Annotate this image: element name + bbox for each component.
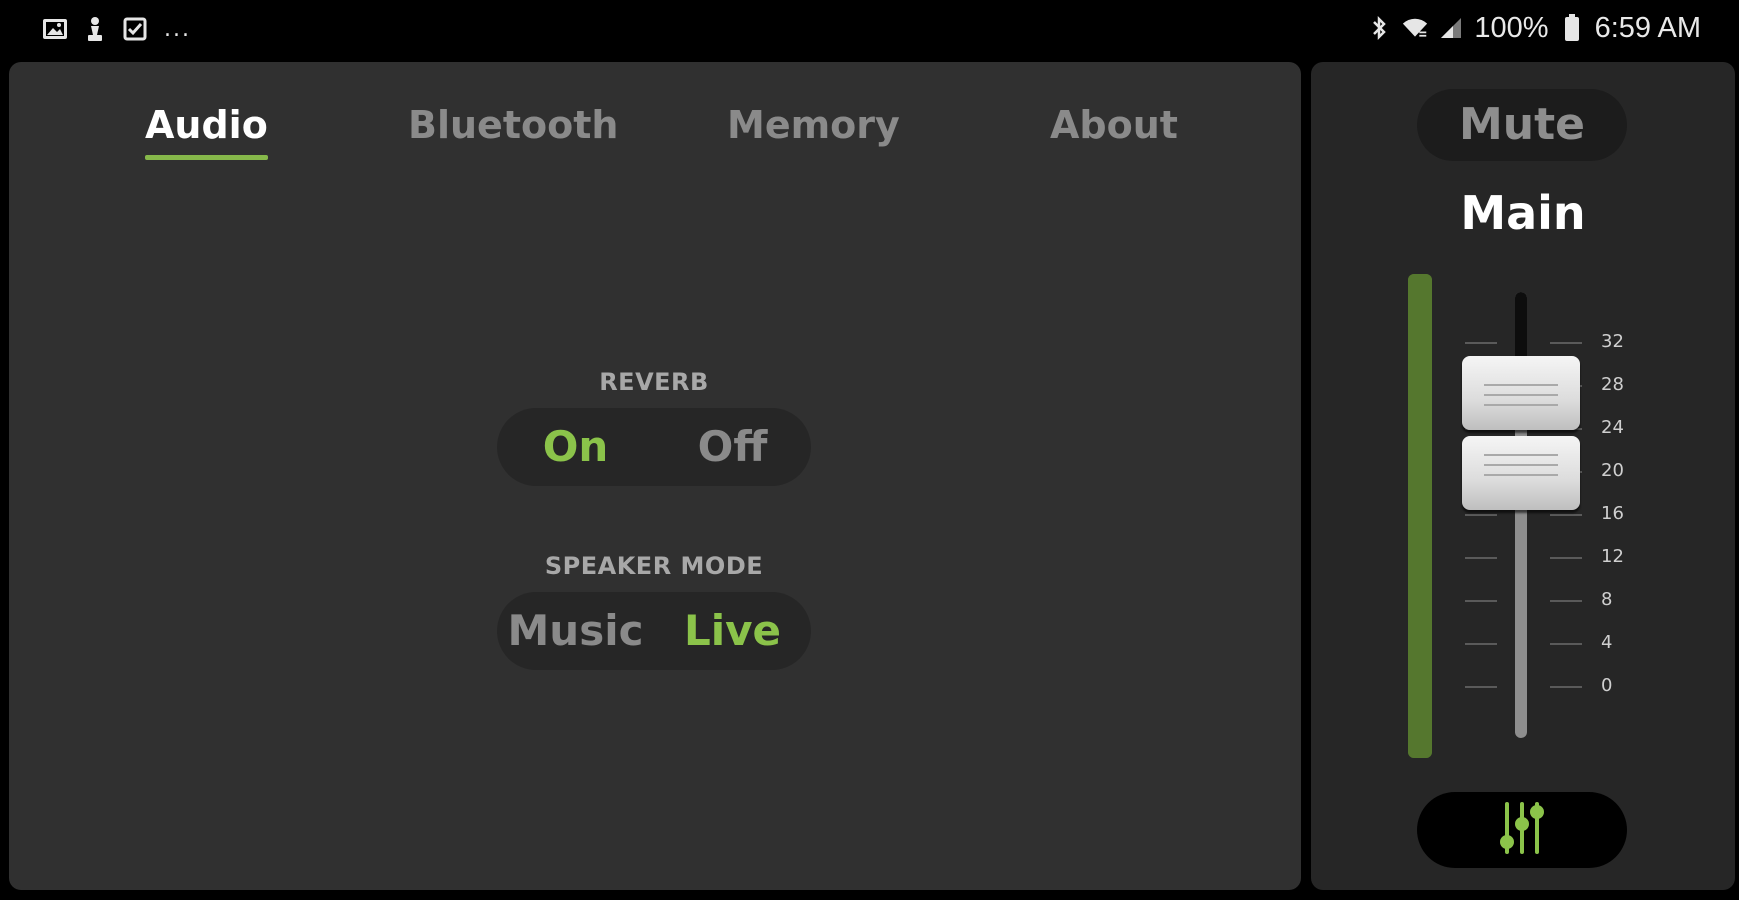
clock: 6:59 AM <box>1594 11 1701 44</box>
fader-tick <box>1550 643 1582 645</box>
fader-track-top <box>1515 292 1527 356</box>
level-meter <box>1408 274 1432 758</box>
reverb-off-option[interactable]: Off <box>654 408 811 486</box>
mixer-button[interactable] <box>1417 792 1627 868</box>
tab-memory-label: Memory <box>727 103 900 147</box>
fader-scale-label: 32 <box>1601 331 1624 352</box>
reverb-toggle: On Off <box>497 408 811 486</box>
fader-groove <box>1484 404 1558 406</box>
fader-scale-label: 24 <box>1601 417 1624 438</box>
fader-handle-upper[interactable] <box>1462 356 1580 430</box>
fader-tick <box>1550 514 1582 516</box>
gallery-icon <box>42 16 68 42</box>
tab-bluetooth-label: Bluetooth <box>408 103 619 147</box>
fader-tick <box>1465 600 1497 602</box>
reverb-on-option[interactable]: On <box>497 408 654 486</box>
fader-tick <box>1550 557 1582 559</box>
more-notifications: ... <box>164 16 191 42</box>
tab-bluetooth[interactable]: Bluetooth <box>408 102 618 148</box>
chess-pawn-icon <box>82 16 108 42</box>
speaker-mode-music-option[interactable]: Music <box>497 592 654 670</box>
system-icons: 100% 6:59 AM <box>1366 10 1701 46</box>
fader-groove <box>1484 474 1558 476</box>
bluetooth-icon <box>1366 15 1392 41</box>
fader-tick <box>1550 342 1582 344</box>
status-bar: ... 100% 6:59 AM <box>0 0 1739 58</box>
fader-scale-label: 28 <box>1601 374 1624 395</box>
settings-panel: Audio Bluetooth Memory About REVERB On O… <box>9 62 1301 890</box>
battery-percentage: 100% <box>1474 11 1549 44</box>
notification-icons: ... <box>42 12 191 46</box>
fader-groove <box>1484 384 1558 386</box>
fader-scale-label: 20 <box>1601 460 1624 481</box>
level-meter-fill <box>1408 274 1432 758</box>
fader-groove <box>1484 454 1558 456</box>
tab-memory[interactable]: Memory <box>727 102 900 148</box>
tab-active-indicator <box>145 155 268 160</box>
fader-tick <box>1465 557 1497 559</box>
channel-name: Main <box>1460 186 1586 240</box>
channel-strip: Mute Main 32 28 24 20 16 12 8 4 0 <box>1311 62 1735 890</box>
fader-tick <box>1465 643 1497 645</box>
mute-button[interactable]: Mute <box>1417 89 1627 161</box>
checkbox-icon <box>122 16 148 42</box>
fader-tick <box>1465 686 1497 688</box>
speaker-mode-live-option[interactable]: Live <box>654 592 811 670</box>
fader-scale-label: 0 <box>1601 675 1613 696</box>
wifi-icon <box>1402 15 1428 41</box>
signal-icon <box>1438 15 1464 41</box>
tab-audio[interactable]: Audio <box>145 102 268 160</box>
fader-groove <box>1484 464 1558 466</box>
reverb-label: REVERB <box>599 368 709 396</box>
tab-about-label: About <box>1050 103 1178 147</box>
fader-tick <box>1465 342 1497 344</box>
tab-audio-label: Audio <box>145 103 268 147</box>
fader-groove <box>1484 394 1558 396</box>
fader-scale-label: 12 <box>1601 546 1624 567</box>
speaker-mode-label: SPEAKER MODE <box>544 552 764 580</box>
mixer-sliders-icon <box>1497 798 1547 862</box>
fader-scale-label: 16 <box>1601 503 1624 524</box>
fader-scale-label: 8 <box>1601 589 1613 610</box>
tab-about[interactable]: About <box>1050 102 1178 148</box>
fader-tick <box>1550 686 1582 688</box>
fader-handle-lower[interactable] <box>1462 436 1580 510</box>
fader-tick <box>1550 600 1582 602</box>
speaker-mode-toggle: Music Live <box>497 592 811 670</box>
fader-scale-label: 4 <box>1601 632 1613 653</box>
fader-tick <box>1465 514 1497 516</box>
battery-icon <box>1559 14 1585 41</box>
